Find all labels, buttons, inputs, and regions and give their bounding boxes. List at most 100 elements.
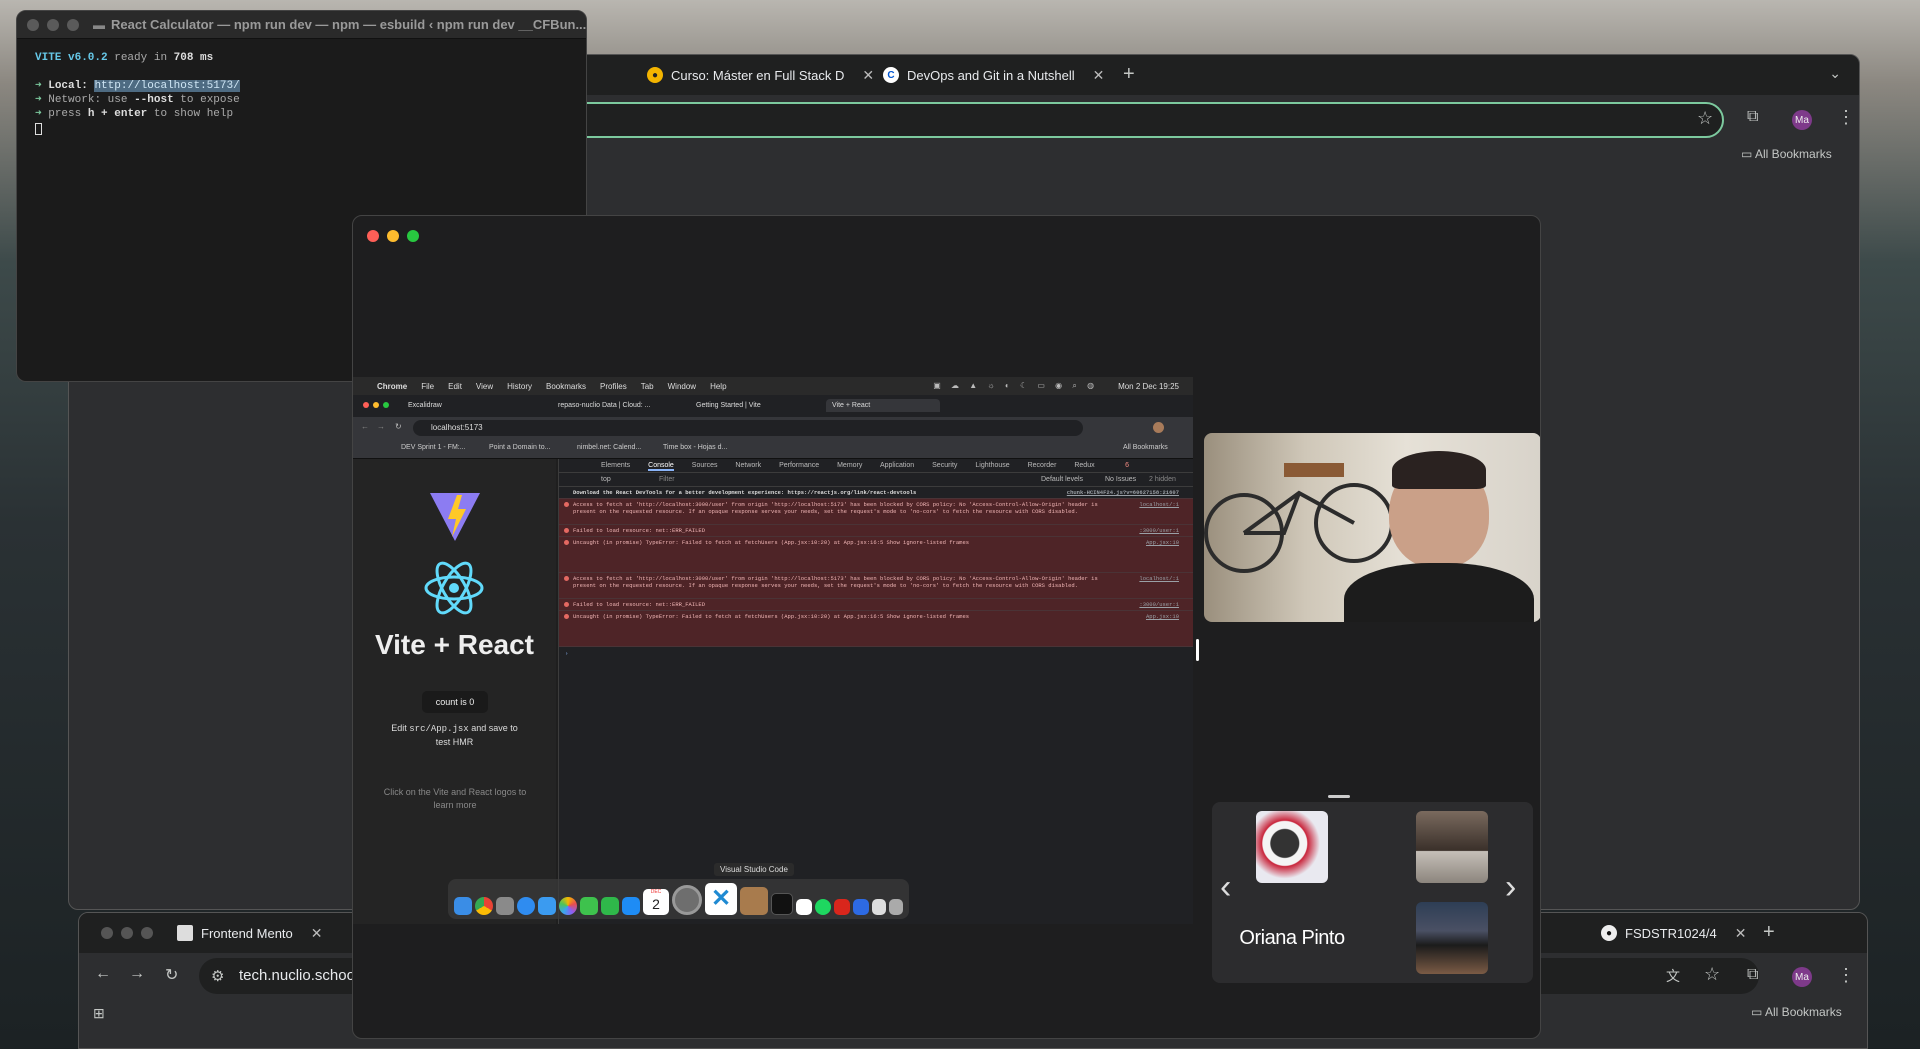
console-prompt[interactable]: › bbox=[559, 647, 1193, 660]
tab-course[interactable]: ● Curso: Máster en Full Stack D ✕ bbox=[647, 55, 874, 95]
count-button[interactable]: count is 0 bbox=[422, 691, 488, 713]
reload-icon[interactable]: ↻ bbox=[165, 965, 178, 985]
devtools-tab-security[interactable]: Security bbox=[932, 462, 957, 469]
close-button[interactable] bbox=[363, 402, 369, 408]
tab-vite-react[interactable]: Vite + React bbox=[826, 399, 941, 412]
terminal-icon[interactable] bbox=[771, 893, 793, 915]
devtools-tab-sources[interactable]: Sources bbox=[692, 462, 718, 469]
profile-avatar[interactable] bbox=[1153, 422, 1164, 433]
acrobat-icon[interactable] bbox=[834, 899, 850, 915]
photos-icon[interactable] bbox=[559, 897, 577, 915]
address-bar[interactable]: localhost:5173 bbox=[413, 420, 1083, 436]
all-bookmarks[interactable]: All Bookmarks bbox=[1123, 444, 1168, 451]
console-source-link[interactable]: chunk-HCIN4F24.js?v=60627158:21607 bbox=[1067, 489, 1179, 496]
app-store-icon[interactable] bbox=[622, 897, 640, 915]
tab-frontend-mentor[interactable]: Frontend Mento ✕ bbox=[177, 913, 323, 953]
messages-icon[interactable] bbox=[580, 897, 598, 915]
devtools-tab-elements[interactable]: Elements bbox=[601, 462, 630, 469]
facetime-icon[interactable] bbox=[601, 897, 619, 915]
menu-view[interactable]: View bbox=[476, 382, 493, 391]
close-button[interactable] bbox=[367, 230, 379, 242]
star-icon[interactable]: ☆ bbox=[1704, 964, 1720, 985]
vscode-icon[interactable]: ✕ bbox=[705, 883, 737, 915]
devtools-tab-recorder[interactable]: Recorder bbox=[1028, 462, 1057, 469]
console-source-link[interactable]: localhost/:1 bbox=[1139, 501, 1179, 508]
vite-logo-icon[interactable] bbox=[426, 487, 484, 543]
minimize-button[interactable] bbox=[47, 18, 59, 31]
launchpad-icon[interactable] bbox=[496, 897, 514, 915]
finder-icon[interactable] bbox=[454, 897, 472, 915]
trash-icon[interactable] bbox=[889, 899, 903, 915]
drag-handle[interactable] bbox=[1328, 795, 1350, 798]
chevron-right-icon[interactable]: › bbox=[1505, 868, 1516, 907]
tab-excalidraw[interactable]: Excalidraw bbox=[408, 402, 442, 409]
bookmark-1[interactable]: DEV Sprint 1 - FM:... bbox=[401, 444, 466, 451]
close-icon[interactable]: ✕ bbox=[862, 67, 874, 84]
menu-file[interactable]: File bbox=[421, 382, 434, 391]
filter-input[interactable]: Filter bbox=[659, 476, 675, 483]
kebab-menu-icon[interactable]: ⋮ bbox=[1837, 107, 1855, 128]
safari-icon[interactable] bbox=[517, 897, 535, 915]
app-icon[interactable] bbox=[740, 887, 768, 915]
back-icon[interactable]: ← bbox=[95, 965, 111, 983]
menu-edit[interactable]: Edit bbox=[448, 382, 462, 391]
site-info-icon[interactable]: ⚙ bbox=[211, 967, 224, 985]
all-bookmarks[interactable]: ▭ All Bookmarks bbox=[1751, 1005, 1842, 1019]
tab-search-icon[interactable]: ⌄ bbox=[1829, 65, 1841, 82]
apps-grid-icon[interactable]: ⊞ bbox=[93, 1005, 105, 1022]
devtools-tab-performance[interactable]: Performance bbox=[779, 462, 819, 469]
spotify-icon[interactable] bbox=[815, 899, 831, 915]
new-tab-icon[interactable]: + bbox=[1763, 921, 1775, 944]
avatar[interactable]: Ma bbox=[1792, 967, 1812, 987]
bookmark-2[interactable]: Point a Domain to... bbox=[489, 444, 550, 451]
avatar[interactable]: Ma bbox=[1792, 110, 1812, 130]
participant-avatar[interactable] bbox=[1256, 811, 1328, 883]
forward-icon[interactable]: → bbox=[129, 965, 145, 983]
menu-history[interactable]: History bbox=[507, 382, 532, 391]
chrome-icon[interactable] bbox=[475, 897, 493, 915]
files-icon[interactable] bbox=[872, 899, 886, 915]
all-bookmarks[interactable]: ▭ All Bookmarks bbox=[1741, 147, 1832, 161]
app-icon[interactable] bbox=[853, 899, 869, 915]
zoom-button[interactable] bbox=[67, 18, 79, 31]
system-settings-icon[interactable] bbox=[672, 885, 702, 915]
console-source-link[interactable]: App.jsx:10 bbox=[1146, 539, 1179, 546]
react-logo-icon[interactable] bbox=[423, 557, 485, 619]
menu-bookmarks[interactable]: Bookmarks bbox=[546, 382, 586, 391]
devtools-tab-memory[interactable]: Memory bbox=[837, 462, 862, 469]
error-count-badge[interactable]: 6 bbox=[1125, 462, 1129, 469]
devtools-tab-application[interactable]: Application bbox=[880, 462, 914, 469]
close-icon[interactable]: ✕ bbox=[1093, 67, 1105, 84]
calendar-icon[interactable]: DEC 2 bbox=[643, 889, 669, 915]
zoom-button[interactable] bbox=[383, 402, 389, 408]
menu-profiles[interactable]: Profiles bbox=[600, 382, 627, 391]
devtools-tab-redux[interactable]: Redux bbox=[1074, 462, 1094, 469]
close-button[interactable] bbox=[27, 18, 39, 31]
tab-devops[interactable]: C DevOps and Git in a Nutshell ✕ bbox=[883, 55, 1104, 95]
bookmark-3[interactable]: nimbel.net: Calend... bbox=[577, 444, 641, 451]
local-url[interactable]: http://localhost:5173/ bbox=[94, 80, 240, 92]
close-icon[interactable]: ✕ bbox=[1735, 925, 1747, 942]
menu-window[interactable]: Window bbox=[668, 382, 696, 391]
panel-divider[interactable] bbox=[1196, 639, 1199, 661]
minimize-button[interactable] bbox=[387, 230, 399, 242]
console-source-link[interactable]: :3000/user:1 bbox=[1139, 527, 1179, 534]
mail-icon[interactable] bbox=[538, 897, 556, 915]
participant-avatar[interactable] bbox=[1416, 902, 1488, 974]
tab-repaso[interactable]: repaso-nuclio Data | Cloud: ... bbox=[558, 402, 650, 409]
devtools-tab-console[interactable]: Console bbox=[648, 462, 674, 471]
console-source-link[interactable]: App.jsx:10 bbox=[1146, 613, 1179, 620]
slack-icon[interactable] bbox=[796, 899, 812, 915]
zoom-button[interactable] bbox=[407, 230, 419, 242]
chevron-left-icon[interactable]: ‹ bbox=[1220, 868, 1231, 907]
levels-select[interactable]: Default levels bbox=[1041, 476, 1083, 483]
menu-chrome[interactable]: Chrome bbox=[377, 382, 407, 391]
devtools-tab-lighthouse[interactable]: Lighthouse bbox=[975, 462, 1009, 469]
close-button[interactable] bbox=[101, 927, 113, 939]
translate-icon[interactable]: 文 bbox=[1666, 966, 1680, 986]
kebab-menu-icon[interactable]: ⋮ bbox=[1837, 965, 1855, 986]
forward-icon[interactable]: → bbox=[377, 422, 385, 431]
bookmark-4[interactable]: Time box - Hojas d... bbox=[663, 444, 727, 451]
extensions-icon[interactable]: ⧉ bbox=[1747, 966, 1758, 984]
reload-icon[interactable]: ↻ bbox=[395, 422, 402, 431]
